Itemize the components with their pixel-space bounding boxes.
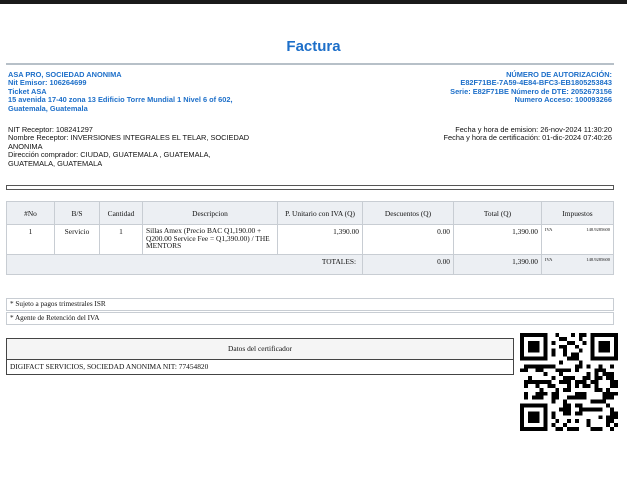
cell-descripcion: Sillas Amex (Precio BAC Q1,190.00 + Q200… (142, 224, 278, 255)
cell-impuestos: IVA 148.9285600 (541, 224, 614, 255)
cell-bs: Servicio (54, 224, 100, 255)
cell-cantidad: 1 (99, 224, 143, 255)
receptor-name-1: Nombre Receptor: INVERSIONES INTEGRALES … (8, 133, 250, 143)
fechas-block: Fecha y hora de emision: 26-nov-2024 11:… (330, 125, 612, 143)
header-divider-top (6, 63, 614, 65)
top-border (0, 0, 627, 4)
totales-impuesto-name: IVA (545, 257, 553, 262)
certificador-body: DIGIFACT SERVICIOS, SOCIEDAD ANONIMA NIT… (10, 362, 209, 371)
col-header-total: Total (Q) (453, 201, 542, 225)
col-header-impuestos: Impuestos (541, 201, 614, 225)
table-row: 1 Servicio 1 Sillas Amex (Precio BAC Q1,… (6, 224, 614, 255)
cell-total: 1,390.00 (453, 224, 542, 255)
impuesto-value: 148.9285600 (586, 227, 610, 232)
totales-descuento: 0.00 (362, 254, 454, 275)
receptor-dir-2: GUATEMALA, GUATEMALA (8, 158, 103, 168)
col-header-unitario: P. Unitario con IVA (Q) (277, 201, 363, 225)
page-title: Factura (286, 38, 341, 55)
col-header-descripcion: Descripcion (142, 201, 278, 225)
totales-row: TOTALES: 0.00 1,390.00 IVA 148.9285600 (6, 254, 614, 275)
certificador-header: Datos del certificador (7, 339, 513, 360)
header-divider-bottom (6, 185, 614, 190)
notes-block: * Sujeto a pagos trimestrales ISR * Agen… (6, 298, 614, 326)
totales-impuesto-value: 148.9285600 (586, 257, 610, 262)
items-table: #No B/S Cantidad Descripcion P. Unitario… (6, 201, 614, 275)
emisor-nit: Nit Emisor: 106264699 (8, 78, 87, 88)
autorizacion-acceso: Numero Acceso: 100093266 (514, 95, 612, 105)
certificador-box: Datos del certificador DIGIFACT SERVICIO… (6, 338, 514, 375)
table-header-row: #No B/S Cantidad Descripcion P. Unitario… (6, 201, 614, 225)
col-header-bs: B/S (54, 201, 100, 225)
receptor-block: NIT Receptor: 108241297 Nombre Receptor:… (8, 125, 328, 168)
emisor-block: ASA PRO, SOCIEDAD ANONIMA Nit Emisor: 10… (8, 70, 328, 113)
cell-no: 1 (6, 224, 55, 255)
totales-total: 1,390.00 (453, 254, 542, 275)
totales-impuestos: IVA 148.9285600 (541, 254, 614, 275)
fecha-certificacion: Fecha y hora de certificación: 01-dic-20… (443, 133, 612, 143)
totales-label: TOTALES: (6, 254, 363, 275)
emisor-address-2: Guatemala, Guatemala (8, 103, 88, 113)
impuesto-name: IVA (545, 227, 553, 232)
col-header-descuentos: Descuentos (Q) (362, 201, 454, 225)
cell-descuento: 0.00 (362, 224, 454, 255)
col-header-no: #No (6, 201, 55, 225)
note-isr: * Sujeto a pagos trimestrales ISR (6, 298, 614, 311)
autorizacion-block: NÚMERO DE AUTORIZACIÓN: E82F71BE-7A59-4E… (330, 70, 612, 105)
col-header-cantidad: Cantidad (99, 201, 143, 225)
qr-code (520, 333, 618, 431)
cell-unitario: 1,390.00 (277, 224, 363, 255)
note-iva: * Agente de Retención del IVA (6, 312, 614, 325)
